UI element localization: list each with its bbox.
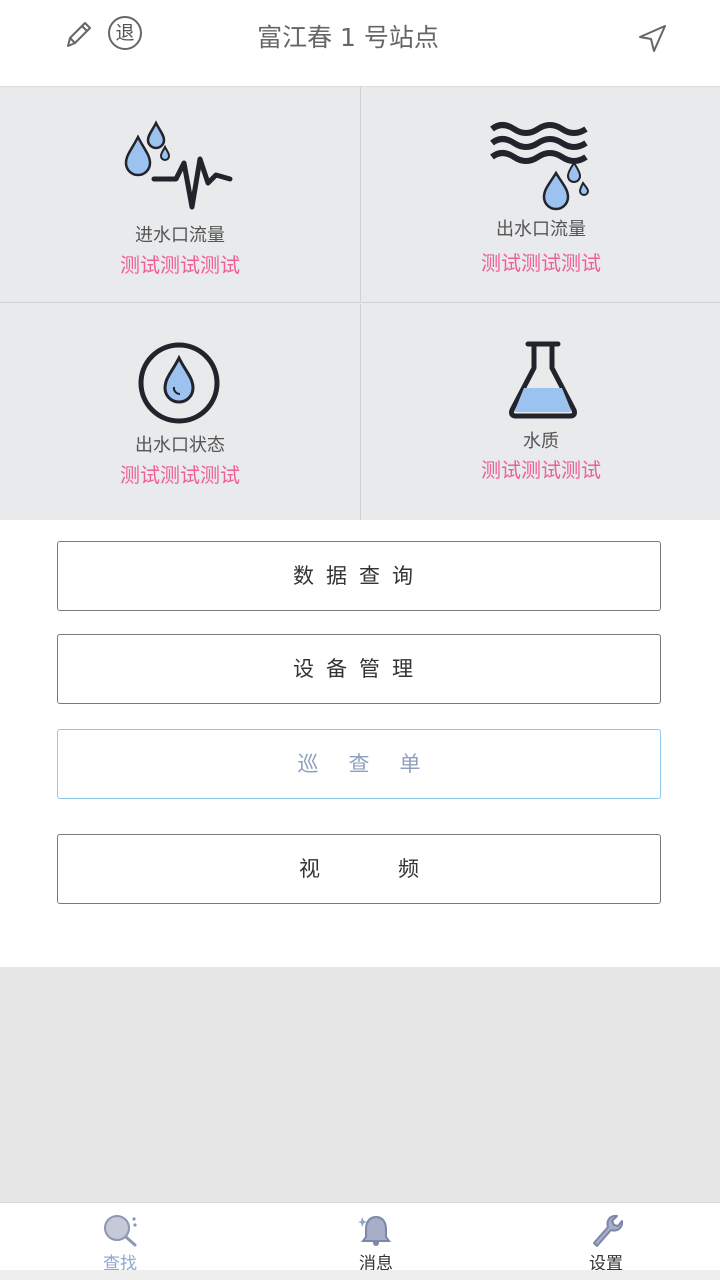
header-bar: 退 富江春 1 号站点 [0,0,720,87]
station-metrics-grid: 进水口流量 测试测试测试 出水口流量 测试测试测试 出水口状态 测试测试测试 水… [0,87,720,520]
tab-messages[interactable]: 消息 [316,1203,436,1274]
tile-value: 测试测试测试 [481,458,601,482]
tile-label: 出水口流量 [496,219,586,240]
tile-label: 进水口流量 [135,225,225,246]
tile-label: 水质 [523,431,559,452]
inspection-button[interactable]: 巡查单 [57,729,661,799]
tab-settings[interactable]: 设置 [546,1203,666,1274]
drop-circle-icon [138,342,220,424]
page-title: 富江春 1 号站点 [257,23,439,52]
bell-icon [358,1215,391,1246]
navigation-arrow-icon [639,25,666,52]
tile-label: 出水口状态 [135,435,225,456]
drops-waveform-icon [124,120,233,210]
data-query-button[interactable]: 数据查询 [57,541,661,611]
flask-icon [509,341,577,419]
tile-inlet-flow[interactable]: 进水口流量 测试测试测试 [0,87,361,303]
wrench-icon [593,1214,624,1247]
tile-value: 测试测试测试 [120,253,240,277]
video-button[interactable]: 视频 [57,834,661,904]
tile-outlet-status[interactable]: 出水口状态 测试测试测试 [0,304,361,520]
bottom-tab-bar: 查找 消息 设置 [0,1202,720,1274]
content-filler [0,967,720,1202]
navigation-button[interactable] [634,20,670,56]
bottom-strip [0,1270,720,1280]
tab-search[interactable]: 查找 [60,1203,180,1274]
search-icon [104,1215,137,1247]
tile-water-quality[interactable]: 水质 测试测试测试 [362,304,720,520]
tile-value: 测试测试测试 [481,251,601,275]
waves-drops-icon [490,122,590,211]
tile-value: 测试测试测试 [120,463,240,487]
tile-outlet-flow[interactable]: 出水口流量 测试测试测试 [362,87,720,303]
device-management-button[interactable]: 设备管理 [57,634,661,704]
